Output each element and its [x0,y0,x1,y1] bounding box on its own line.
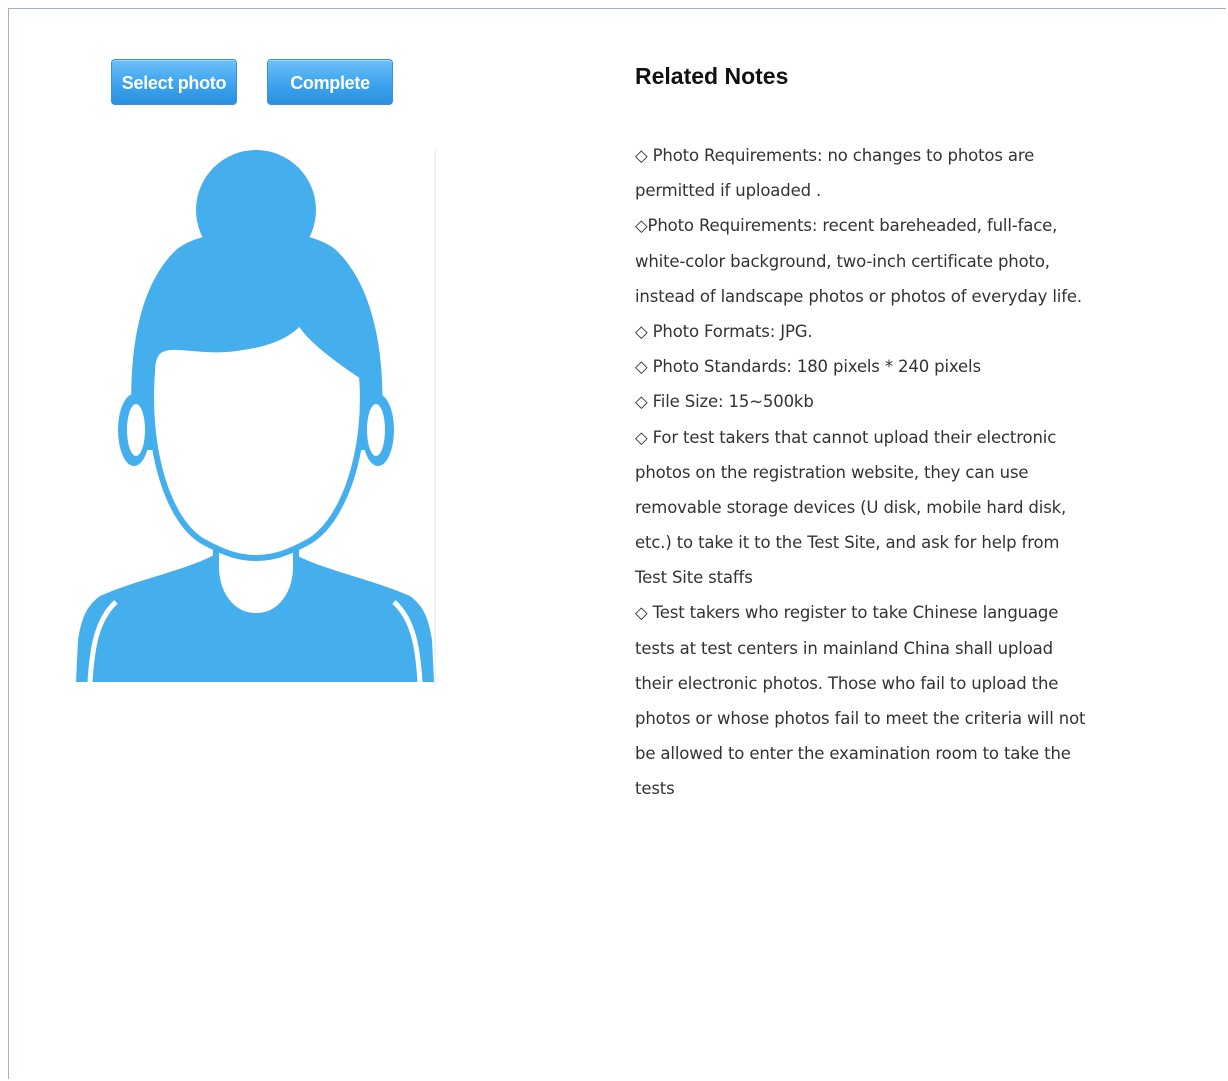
female-avatar-placeholder-icon [76,150,434,683]
related-notes-panel: Related Notes ◇ Photo Requirements: no c… [635,60,1195,814]
complete-button[interactable]: Complete [267,59,393,105]
notes-body: ◇ Photo Requirements: no changes to phot… [635,132,1195,814]
photo-preview [76,150,436,685]
notes-title: Related Notes [635,63,789,89]
select-photo-button[interactable]: Select photo [111,59,237,105]
